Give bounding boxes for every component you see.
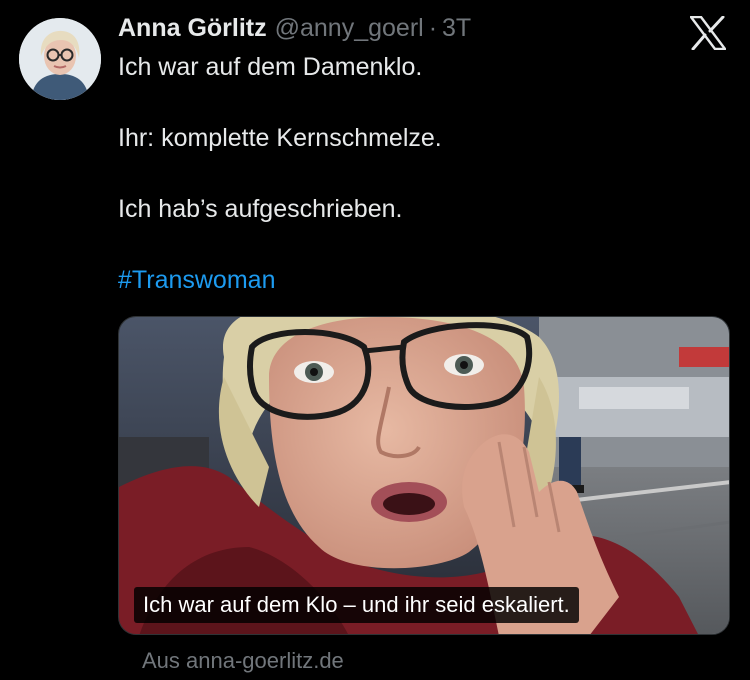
tweet-line: Ich hab’s aufgeschrieben.: [118, 195, 403, 223]
tweet-line: Ich war auf dem Damenklo.: [118, 53, 423, 81]
media-image[interactable]: Ich war auf dem Klo – und ihr seid eskal…: [118, 316, 730, 635]
tweet-line: Ihr: komplette Kernschmelze.: [118, 124, 442, 152]
avatar[interactable]: [19, 18, 101, 100]
link-source[interactable]: Aus anna-goerlitz.de: [142, 648, 344, 674]
separator-dot: ·: [428, 14, 438, 42]
author-handle[interactable]: @anny_goerl: [275, 14, 424, 43]
tweet-text: Ich war auf dem Damenklo. Ihr: komplette…: [118, 50, 718, 297]
x-logo-icon[interactable]: [689, 15, 727, 51]
hashtag-link[interactable]: #Transwoman: [118, 263, 718, 297]
avatar-photo: [19, 18, 101, 100]
tweet-header: Anna Görlitz @anny_goerl · 3T: [118, 14, 471, 48]
video-caption: Ich war auf dem Klo – und ihr seid eskal…: [134, 587, 579, 623]
timestamp[interactable]: 3T: [442, 14, 471, 43]
author-name[interactable]: Anna Görlitz: [118, 14, 267, 43]
